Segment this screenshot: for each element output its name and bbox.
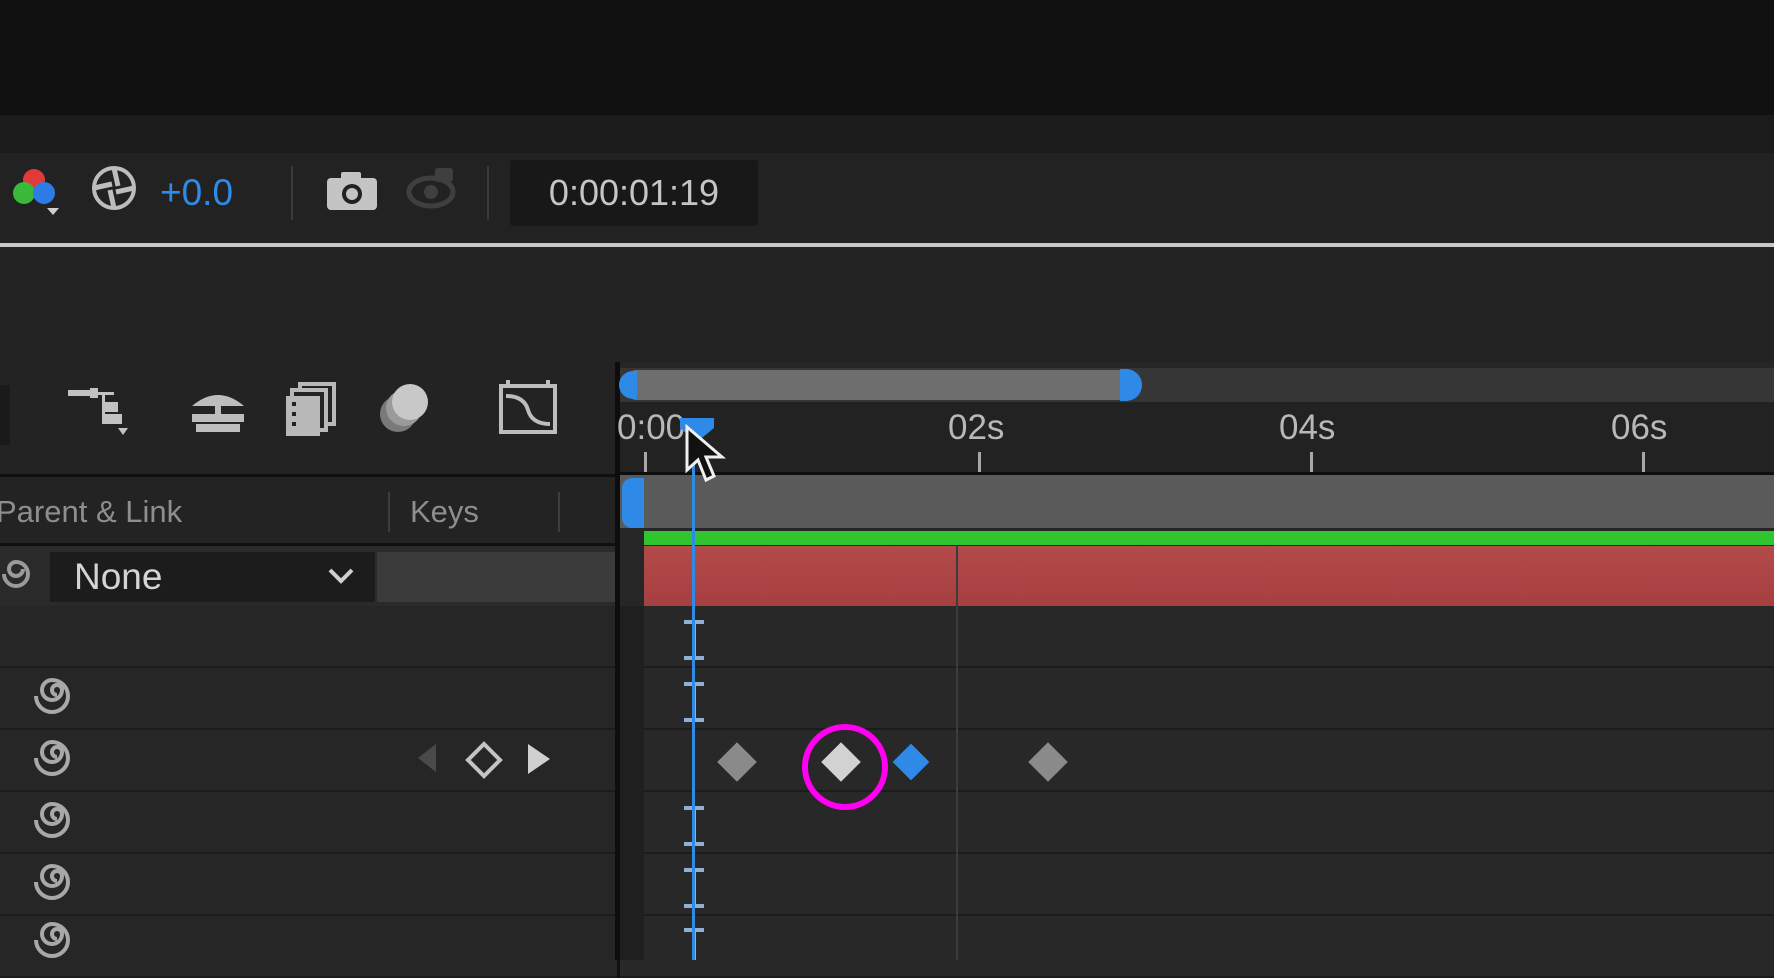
pick-whip-spiral-icon[interactable] <box>30 674 74 718</box>
toolbar-divider <box>291 166 293 220</box>
graph-editor-icon[interactable] <box>498 380 558 436</box>
time-ruler[interactable] <box>620 402 1774 472</box>
chevron-down-icon <box>328 568 354 584</box>
parent-pick-whip-icon[interactable] <box>0 552 32 596</box>
work-area-start-handle[interactable] <box>622 478 644 528</box>
pick-whip-spiral-icon[interactable] <box>30 798 74 842</box>
property-row[interactable] <box>0 606 617 668</box>
timeline-property-row[interactable] <box>620 730 1774 792</box>
work-area-bar[interactable] <box>620 475 1774 528</box>
layer-duration-bar[interactable] <box>644 546 1774 606</box>
property-row[interactable] <box>0 668 617 730</box>
pick-whip-spiral-icon[interactable] <box>30 918 74 962</box>
add-keyframe-icon[interactable] <box>464 740 504 780</box>
comp-marker-line <box>956 546 958 960</box>
timeline-property-row[interactable] <box>620 792 1774 854</box>
pick-whip-spiral-icon[interactable] <box>30 860 74 904</box>
column-divider[interactable] <box>558 492 560 532</box>
snapshot-camera-icon[interactable] <box>325 170 379 212</box>
parent-link-column-header[interactable]: Parent & Link <box>0 494 182 530</box>
exposure-reset-icon[interactable] <box>90 164 138 212</box>
ruler-label: 04s <box>1279 408 1336 447</box>
playhead-line[interactable] <box>692 430 695 960</box>
toolbar-divider <box>487 166 489 220</box>
current-time-display[interactable]: 0:00:01:19 <box>510 160 758 226</box>
timeline-property-row[interactable] <box>620 854 1774 916</box>
layer-row-extension <box>377 552 617 602</box>
annotation-highlight-circle <box>802 724 888 810</box>
timeline-property-row[interactable] <box>620 606 1774 668</box>
ruler-tick <box>1642 452 1645 472</box>
ruler-label: 02s <box>948 408 1005 447</box>
motion-blur-icon[interactable] <box>376 380 432 436</box>
frame-blending-icon[interactable] <box>284 382 338 438</box>
mouse-cursor-icon <box>685 424 727 483</box>
property-row[interactable] <box>0 854 617 916</box>
render-cache-indicator <box>644 531 1774 545</box>
time-navigator-range[interactable] <box>632 370 1130 400</box>
column-divider[interactable] <box>388 492 390 532</box>
pick-whip-spiral-icon[interactable] <box>30 736 74 780</box>
property-row[interactable] <box>0 916 617 978</box>
parent-dropdown-value: None <box>74 556 163 597</box>
timeline-property-row[interactable] <box>620 668 1774 730</box>
keys-column-header[interactable]: Keys <box>410 494 479 530</box>
timeline-lead-in <box>620 606 644 960</box>
property-row[interactable] <box>0 792 617 854</box>
exposure-value[interactable]: +0.0 <box>160 172 233 214</box>
viewer-canvas-area <box>0 0 1774 115</box>
panel-edge <box>0 385 10 445</box>
hide-shy-layers-icon[interactable] <box>188 386 248 436</box>
ruler-label: 06s <box>1611 408 1668 447</box>
panel-separator <box>0 115 1774 153</box>
ruler-tick <box>1310 452 1313 472</box>
ruler-tick <box>978 452 981 472</box>
ruler-tick <box>644 452 647 472</box>
next-keyframe-icon[interactable] <box>524 740 554 778</box>
parent-link-tree-icon[interactable] <box>66 386 130 438</box>
viewer-toolbar <box>0 153 1774 243</box>
previous-keyframe-icon[interactable] <box>414 740 440 776</box>
timeline-property-row[interactable] <box>620 916 1774 978</box>
show-snapshot-icon[interactable] <box>405 164 459 212</box>
ruler-label: 0:00 <box>617 408 686 447</box>
color-channels-icon[interactable] <box>8 162 62 218</box>
